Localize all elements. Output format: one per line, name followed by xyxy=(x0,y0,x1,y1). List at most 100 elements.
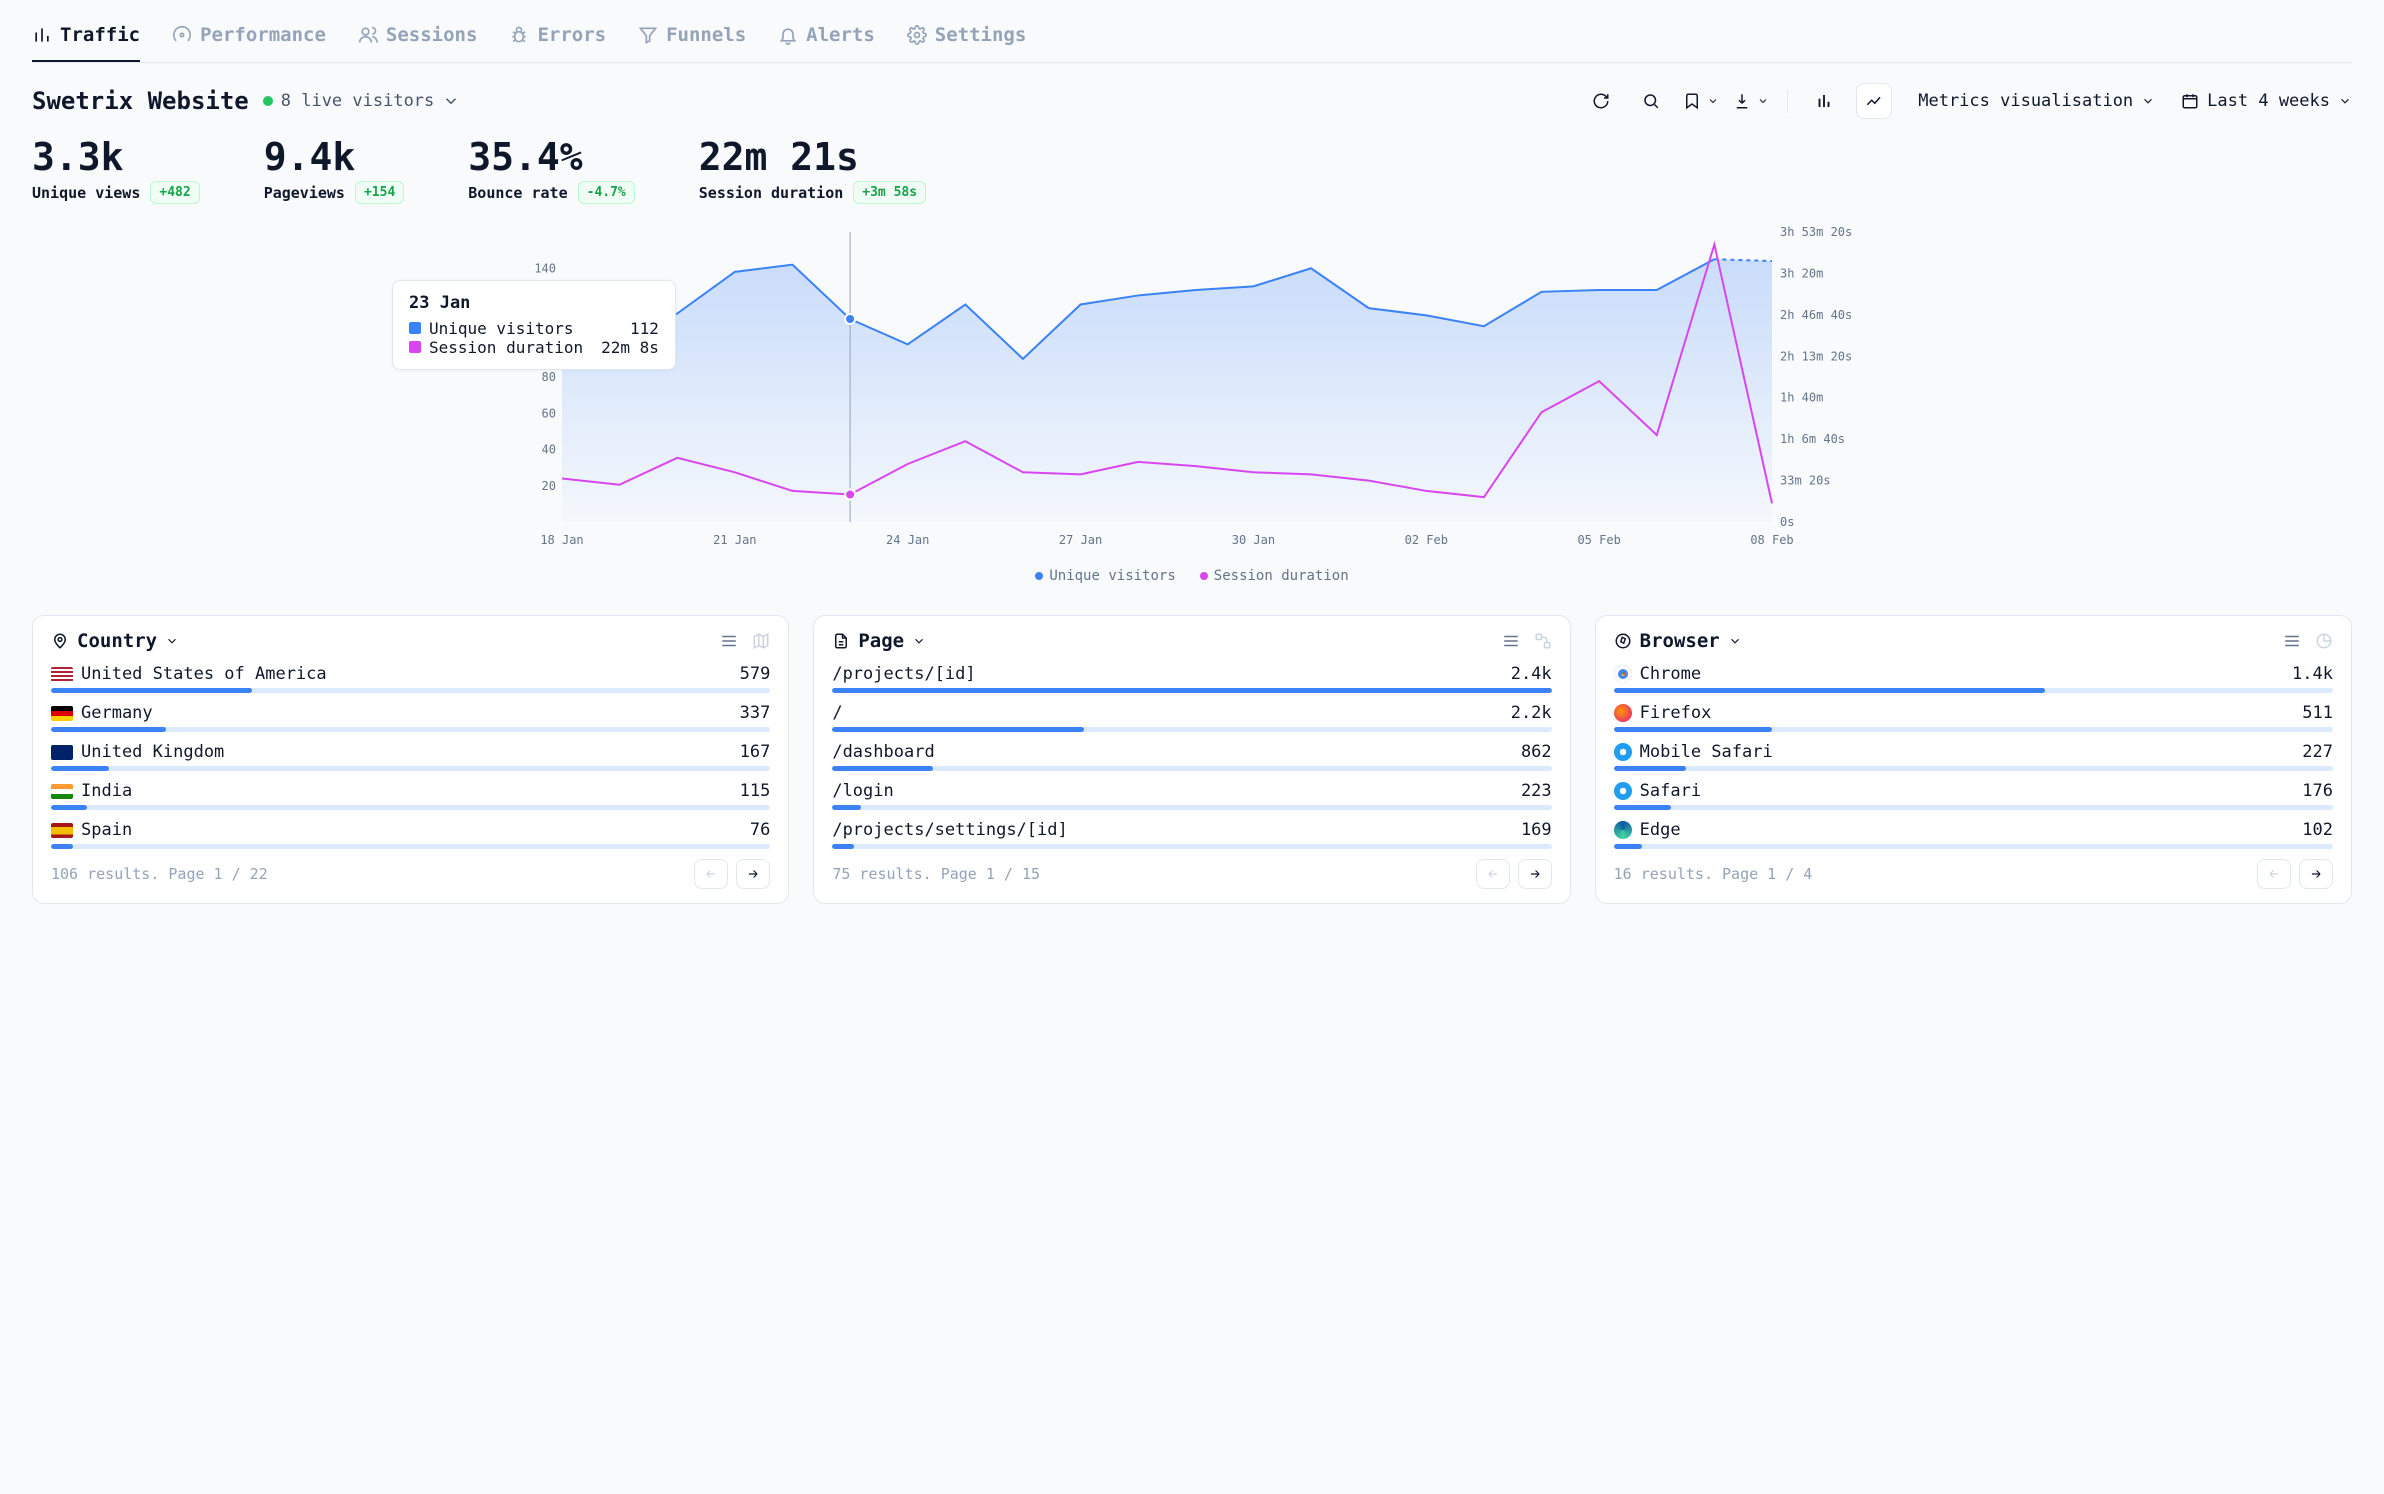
tab-errors[interactable]: Errors xyxy=(509,24,606,62)
tab-label: Errors xyxy=(537,24,606,46)
tab-funnels[interactable]: Funnels xyxy=(638,24,746,62)
chevron-down-icon xyxy=(1757,95,1769,107)
list-item-label: Germany xyxy=(81,703,153,723)
prev-page-button[interactable] xyxy=(1476,859,1510,889)
list-item[interactable]: /projects/[id] 2.4k xyxy=(832,664,1551,693)
list-item[interactable]: / 2.2k xyxy=(832,703,1551,732)
flow-icon[interactable] xyxy=(1534,632,1552,650)
panel-title-dropdown[interactable]: Browser xyxy=(1614,630,1742,652)
list-item[interactable]: United States of America 579 xyxy=(51,664,770,693)
next-page-button[interactable] xyxy=(736,859,770,889)
list-item-label: Spain xyxy=(81,820,132,840)
metric-value: 3.3k xyxy=(32,135,200,179)
list-item[interactable]: /projects/settings/[id] 169 xyxy=(832,820,1551,849)
metric-unique-views[interactable]: 3.3k Unique views +482 xyxy=(32,135,200,204)
list-item-value: 579 xyxy=(740,664,771,684)
chevron-down-icon xyxy=(2338,94,2352,108)
list-item[interactable]: Germany 337 xyxy=(51,703,770,732)
chevron-down-icon xyxy=(442,92,460,110)
tooltip-row: Session duration 22m 8s xyxy=(409,338,659,357)
search-icon xyxy=(1642,92,1660,110)
view-bar-button[interactable] xyxy=(1806,83,1842,119)
legend-item[interactable]: Session duration xyxy=(1200,568,1349,584)
svg-text:33m 20s: 33m 20s xyxy=(1780,474,1831,488)
list-item[interactable]: Edge 102 xyxy=(1614,820,2333,849)
swatch-icon xyxy=(409,341,421,353)
metric-value: 22m 21s xyxy=(699,135,926,179)
bookmark-dropdown[interactable] xyxy=(1683,92,1719,110)
view-line-button[interactable] xyxy=(1856,83,1892,119)
panel-title-dropdown[interactable]: Country xyxy=(51,630,179,652)
list-item[interactable]: Chrome 1.4k xyxy=(1614,664,2333,693)
pie-icon[interactable] xyxy=(2315,632,2333,650)
metric-bounce-rate[interactable]: 35.4% Bounce rate -4.7% xyxy=(468,135,634,204)
live-visitors[interactable]: 8 live visitors xyxy=(263,91,461,111)
prev-page-button[interactable] xyxy=(2257,859,2291,889)
list-item-value: 76 xyxy=(750,820,770,840)
map-icon[interactable] xyxy=(752,632,770,650)
users-icon xyxy=(358,25,378,45)
list-item[interactable]: United Kingdom 167 xyxy=(51,742,770,771)
list-item[interactable]: India 115 xyxy=(51,781,770,810)
list-item-bar xyxy=(832,688,1551,693)
tab-traffic[interactable]: Traffic xyxy=(32,24,140,62)
panel-title: Browser xyxy=(1640,630,1720,652)
panel-title-dropdown[interactable]: Page xyxy=(832,630,926,652)
list-icon[interactable] xyxy=(720,632,738,650)
list-item-value: 223 xyxy=(1521,781,1552,801)
metrics-visualisation-dropdown[interactable]: Metrics visualisation xyxy=(1918,91,2155,111)
chevron-down-icon xyxy=(1707,95,1719,107)
list-item[interactable]: Mobile Safari 227 xyxy=(1614,742,2333,771)
list-item[interactable]: /dashboard 862 xyxy=(832,742,1551,771)
list-item[interactable]: Firefox 511 xyxy=(1614,703,2333,732)
download-dropdown[interactable] xyxy=(1733,92,1769,110)
svg-text:140: 140 xyxy=(534,261,556,275)
bar-chart-icon xyxy=(1815,92,1833,110)
refresh-button[interactable] xyxy=(1583,83,1619,119)
list-icon[interactable] xyxy=(2283,632,2301,650)
next-page-button[interactable] xyxy=(2299,859,2333,889)
tooltip-row: Unique visitors 112 xyxy=(409,319,659,338)
browser-icon xyxy=(1614,665,1632,683)
next-page-button[interactable] xyxy=(1518,859,1552,889)
chart-canvas: 204060801001201400s33m 20s1h 6m 40s1h 40… xyxy=(32,222,2352,562)
line-chart-icon xyxy=(1865,92,1883,110)
metric-delta: +154 xyxy=(355,181,404,204)
list-item[interactable]: Spain 76 xyxy=(51,820,770,849)
list-item-bar xyxy=(51,805,770,810)
refresh-icon xyxy=(1592,92,1610,110)
metric-session-duration[interactable]: 22m 21s Session duration +3m 58s xyxy=(699,135,926,204)
timerange-dropdown[interactable]: Last 4 weeks xyxy=(2181,91,2352,111)
panel-footer-text: 106 results. Page 1 / 22 xyxy=(51,865,268,883)
metric-delta: +3m 58s xyxy=(853,181,926,204)
metric-delta: +482 xyxy=(150,181,199,204)
tab-performance[interactable]: Performance xyxy=(172,24,326,62)
legend-item[interactable]: Unique visitors xyxy=(1035,568,1175,584)
metric-label: Session duration xyxy=(699,184,844,202)
metric-label: Bounce rate xyxy=(468,184,567,202)
list-item-bar xyxy=(1614,727,2333,732)
list-item-label: /dashboard xyxy=(832,742,934,762)
download-icon xyxy=(1733,92,1751,110)
list-item-label: /login xyxy=(832,781,893,801)
search-button[interactable] xyxy=(1633,83,1669,119)
funnel-icon xyxy=(638,25,658,45)
list-item-bar xyxy=(1614,805,2333,810)
list-item-bar xyxy=(51,844,770,849)
tab-settings[interactable]: Settings xyxy=(907,24,1027,62)
list-icon[interactable] xyxy=(1502,632,1520,650)
list-item[interactable]: /login 223 xyxy=(832,781,1551,810)
list-item-bar xyxy=(832,805,1551,810)
legend-dot-icon xyxy=(1200,572,1208,580)
main-chart[interactable]: 204060801001201400s33m 20s1h 6m 40s1h 40… xyxy=(32,222,2352,585)
tab-sessions[interactable]: Sessions xyxy=(358,24,478,62)
list-item[interactable]: Safari 176 xyxy=(1614,781,2333,810)
tooltip-value: 22m 8s xyxy=(601,338,659,357)
list-item-value: 115 xyxy=(740,781,771,801)
list-item-label: /projects/settings/[id] xyxy=(832,820,1067,840)
svg-text:1h 40m: 1h 40m xyxy=(1780,391,1823,405)
list-item-value: 102 xyxy=(2302,820,2333,840)
tab-alerts[interactable]: Alerts xyxy=(778,24,875,62)
prev-page-button[interactable] xyxy=(694,859,728,889)
metric-pageviews[interactable]: 9.4k Pageviews +154 xyxy=(264,135,405,204)
